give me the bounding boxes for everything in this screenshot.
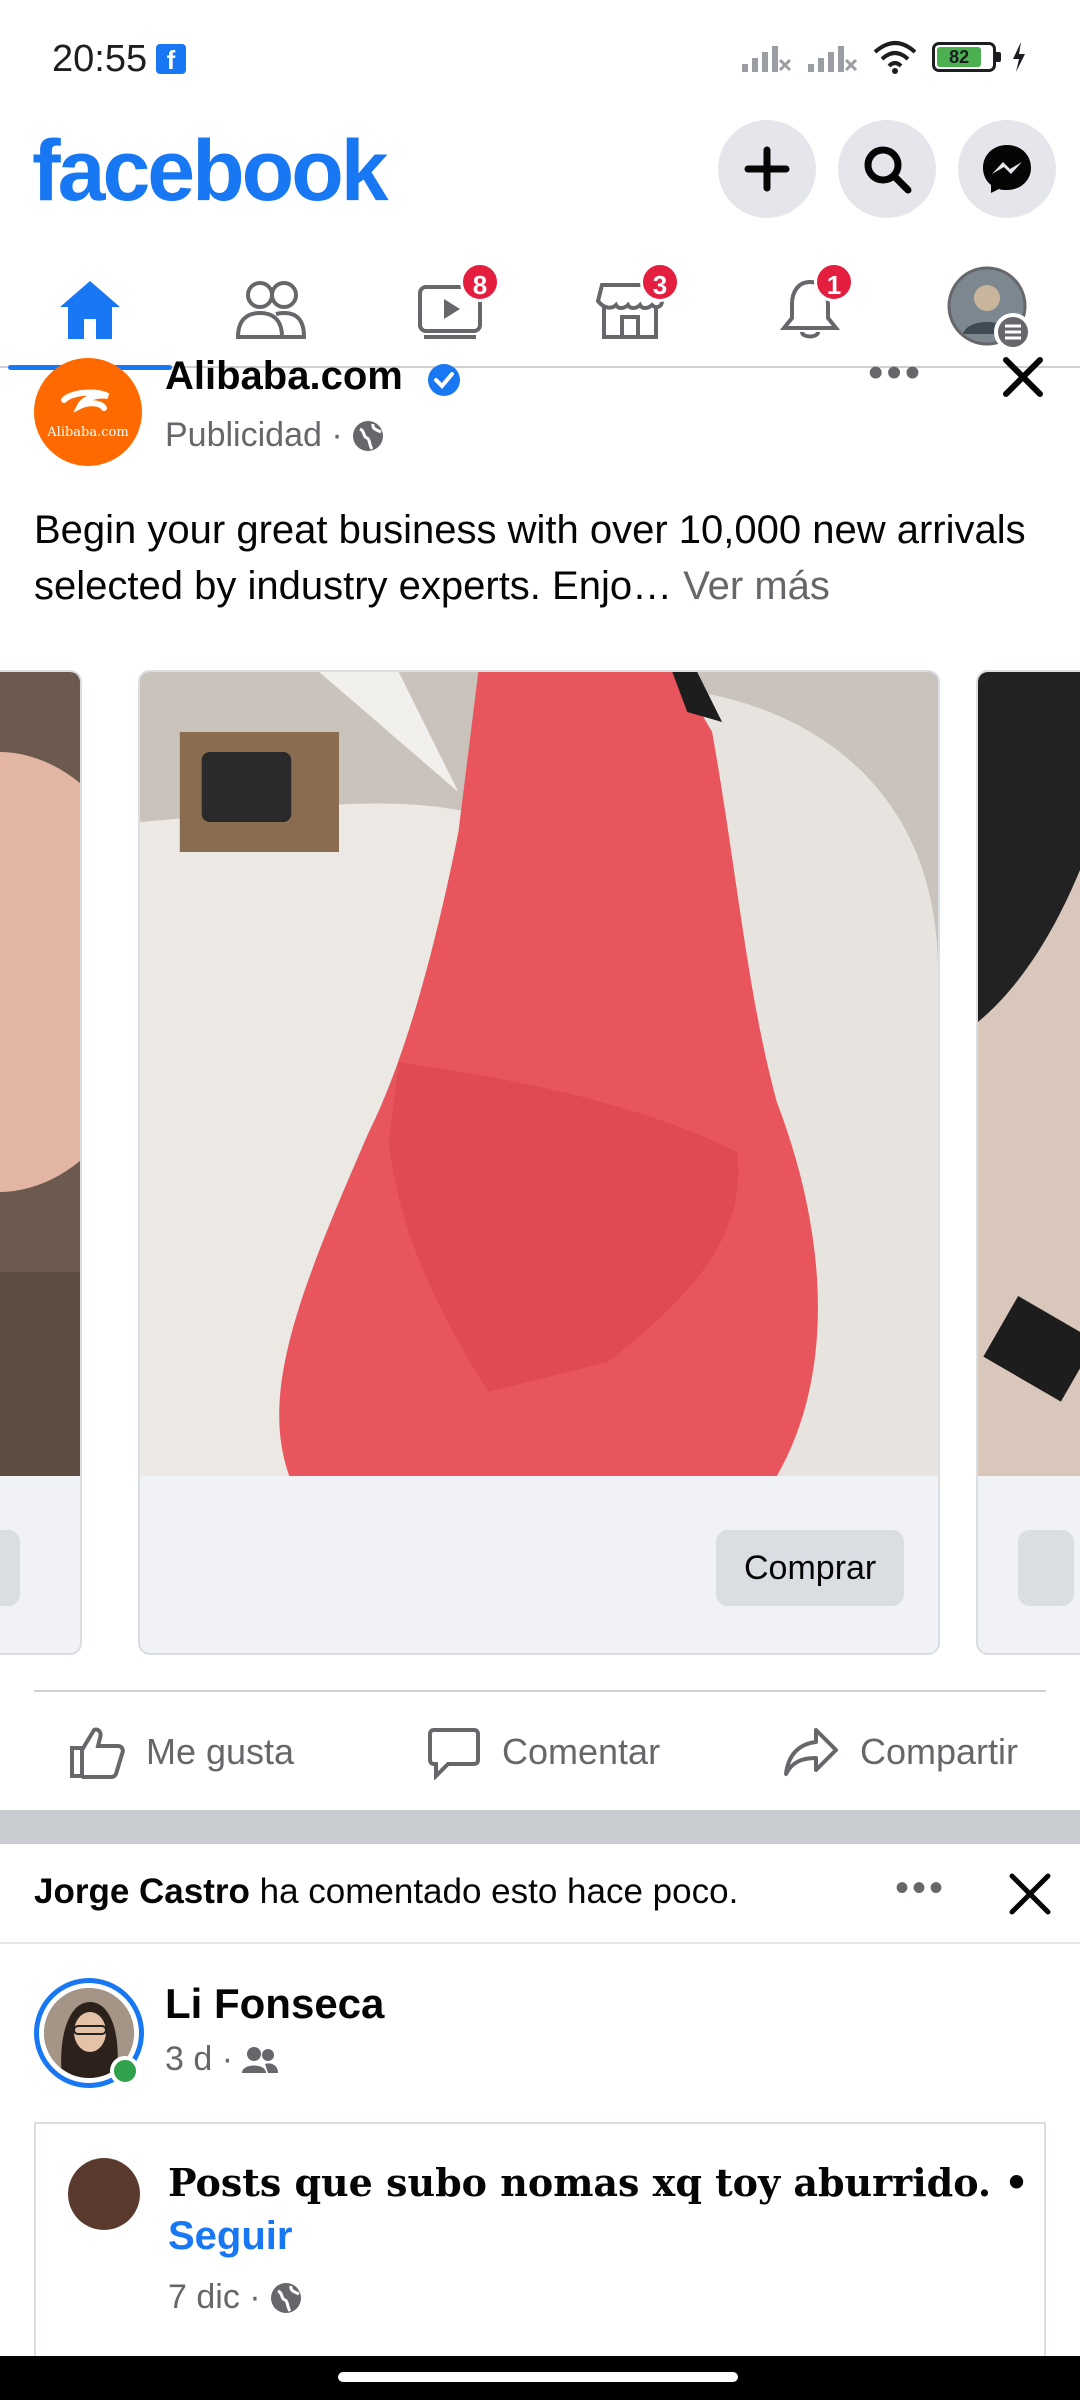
search-icon [864, 146, 912, 194]
online-status-indicator [110, 2056, 140, 2086]
product-image [140, 672, 938, 1476]
like-label: Me gusta [146, 1731, 295, 1772]
shop-button[interactable]: rar [0, 1530, 20, 1606]
share-label: Compartir [860, 1731, 1019, 1772]
product-carousel[interactable]: rar Comprar [0, 670, 1080, 1655]
sponsored-label: Publicidad · [165, 416, 385, 455]
shop-button[interactable] [1018, 1530, 1074, 1606]
facebook-logo[interactable]: facebook [32, 122, 389, 221]
charging-icon [1013, 42, 1025, 72]
tab-marketplace[interactable]: 3 [540, 250, 720, 368]
share-icon [784, 1728, 838, 1776]
like-button[interactable]: Me gusta [68, 1718, 294, 1786]
tab-menu[interactable] [900, 250, 1080, 368]
messenger-icon [983, 145, 1031, 193]
post-meta: 3 d · [165, 2040, 279, 2079]
post-options-button[interactable]: ••• [868, 348, 923, 398]
signal-off-icon [808, 46, 858, 72]
search-button[interactable] [838, 120, 936, 218]
system-nav-bar [0, 2356, 1080, 2400]
ad-post-header: Alibaba.com Alibaba.com Publicidad · ••• [0, 348, 1080, 468]
status-time: 20:55 [52, 38, 148, 80]
status-icons: 82 [740, 40, 1028, 74]
home-indicator[interactable] [338, 2372, 738, 2382]
app-header: facebook [0, 120, 1080, 250]
carousel-card[interactable]: rar [0, 670, 82, 1655]
follow-button[interactable]: Seguir [168, 2214, 292, 2259]
comment-label: Comentar [502, 1731, 661, 1772]
shop-button[interactable]: Comprar [716, 1530, 905, 1606]
tab-home[interactable] [0, 250, 180, 370]
advertiser-name[interactable]: Alibaba.com [165, 354, 403, 399]
friends-icon [235, 281, 307, 339]
status-bar: 20:55 f 82 [0, 0, 1080, 120]
comment-button[interactable]: Comentar [426, 1718, 660, 1786]
activity-actor[interactable]: Jorge Castro [34, 1872, 250, 1911]
activity-header: Jorge Castro ha comentado esto hace poco… [34, 1872, 739, 1911]
shared-post-meta: 7 dic · [168, 2278, 303, 2317]
close-icon[interactable] [1008, 1872, 1052, 1916]
battery-level: 82 [937, 47, 982, 67]
tab-friends[interactable] [180, 250, 360, 368]
comment-icon [428, 1728, 480, 1780]
video-badge: 8 [460, 262, 500, 302]
home-icon [60, 281, 120, 339]
product-image [0, 672, 80, 1476]
signal-off-icon [742, 46, 792, 72]
profile-menu-icon [947, 266, 1032, 351]
notifications-badge: 1 [814, 262, 854, 302]
shared-page-name[interactable]: Posts que subo nomas xq toy aburrido. • [168, 2160, 1029, 2205]
avatar-text: Alibaba.com [46, 425, 128, 440]
messenger-button[interactable] [958, 120, 1056, 218]
globe-icon [352, 420, 383, 451]
ad-post-text: Begin your great business with over 10,0… [34, 508, 1026, 608]
globe-icon [270, 2282, 301, 2313]
plus-icon [744, 146, 790, 192]
like-icon [70, 1727, 125, 1779]
carousel-card[interactable] [976, 670, 1080, 1655]
friends-audience-icon [242, 2046, 279, 2073]
verified-badge-icon [428, 364, 460, 396]
share-button[interactable]: Compartir [782, 1718, 1018, 1786]
feed-separator [0, 1810, 1080, 1844]
product-image [978, 672, 1080, 1476]
see-more-link[interactable]: Ver más [672, 564, 830, 608]
create-button[interactable] [718, 120, 816, 218]
facebook-notification-icon: f [156, 44, 186, 75]
wifi-icon [873, 41, 917, 74]
carousel-card[interactable]: Comprar [138, 670, 940, 1655]
marketplace-badge: 3 [640, 262, 680, 302]
alibaba-logo-icon: Alibaba.com [46, 389, 129, 440]
activity-divider [0, 1942, 1080, 1944]
advertiser-avatar[interactable]: Alibaba.com [34, 358, 142, 466]
activity-options-button[interactable]: ••• [895, 1866, 946, 1911]
author-name[interactable]: Li Fonseca [165, 1980, 384, 2028]
shared-page-avatar[interactable] [68, 2158, 140, 2230]
battery-icon: 82 [932, 42, 1001, 72]
tab-video[interactable]: 8 [360, 250, 540, 368]
reactions-divider [34, 1690, 1046, 1692]
close-icon[interactable] [1000, 354, 1046, 400]
